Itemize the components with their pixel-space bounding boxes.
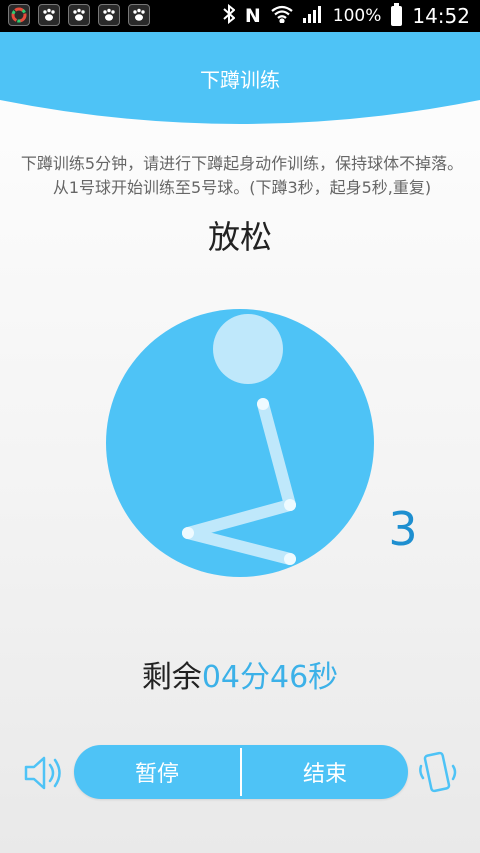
network-type-indicator: N bbox=[244, 5, 261, 27]
signal-icon bbox=[302, 5, 323, 28]
notification-icons bbox=[8, 4, 150, 26]
remaining-label: 剩余 bbox=[141, 660, 202, 695]
app-notification-icon bbox=[8, 4, 30, 26]
squat-animation bbox=[106, 309, 374, 577]
remaining-time: 剩余04分46秒 bbox=[0, 652, 480, 696]
pause-button[interactable]: 暂停 bbox=[74, 745, 240, 799]
training-instructions: 下蹲训练5分钟，请进行下蹲起身动作训练，保持球体不掉落。从1号球开始训练至5号球… bbox=[20, 154, 464, 197]
remaining-time-value: 04分46秒 bbox=[201, 660, 339, 695]
head-ball bbox=[213, 314, 283, 384]
rep-countdown: 3 bbox=[388, 502, 418, 556]
battery-icon bbox=[391, 3, 403, 26]
battery-percentage: 100% bbox=[332, 6, 382, 26]
paw-notification-icon bbox=[68, 4, 90, 26]
status-bar: N 100% 14:52 bbox=[0, 0, 480, 32]
wifi-icon bbox=[271, 5, 293, 28]
paw-notification-icon bbox=[38, 4, 60, 26]
paw-notification-icon bbox=[98, 4, 120, 26]
phase-label: 放松 bbox=[207, 218, 272, 256]
page-title: 下蹲训练 bbox=[200, 68, 280, 92]
vibrate-icon bbox=[419, 751, 457, 793]
end-button[interactable]: 结束 bbox=[242, 745, 408, 799]
vibrate-toggle-button[interactable] bbox=[418, 748, 458, 798]
speaker-icon bbox=[24, 756, 61, 790]
sound-toggle-button[interactable] bbox=[22, 750, 64, 796]
control-bar: 暂停 结束 bbox=[74, 745, 408, 799]
clock: 14:52 bbox=[412, 4, 470, 28]
bluetooth-icon bbox=[223, 3, 236, 29]
paw-notification-icon bbox=[128, 4, 150, 26]
